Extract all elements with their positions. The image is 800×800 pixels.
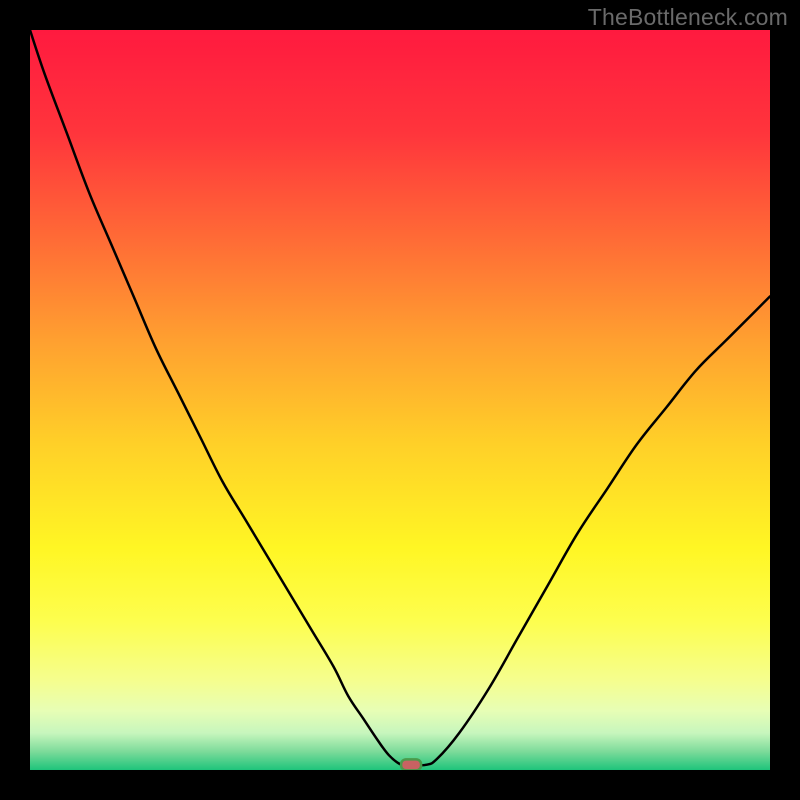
indicator-marker [401, 759, 421, 770]
watermark-text: TheBottleneck.com [588, 4, 788, 31]
chart-background [30, 30, 770, 770]
chart-frame: TheBottleneck.com [0, 0, 800, 800]
bottleneck-chart [30, 30, 770, 770]
